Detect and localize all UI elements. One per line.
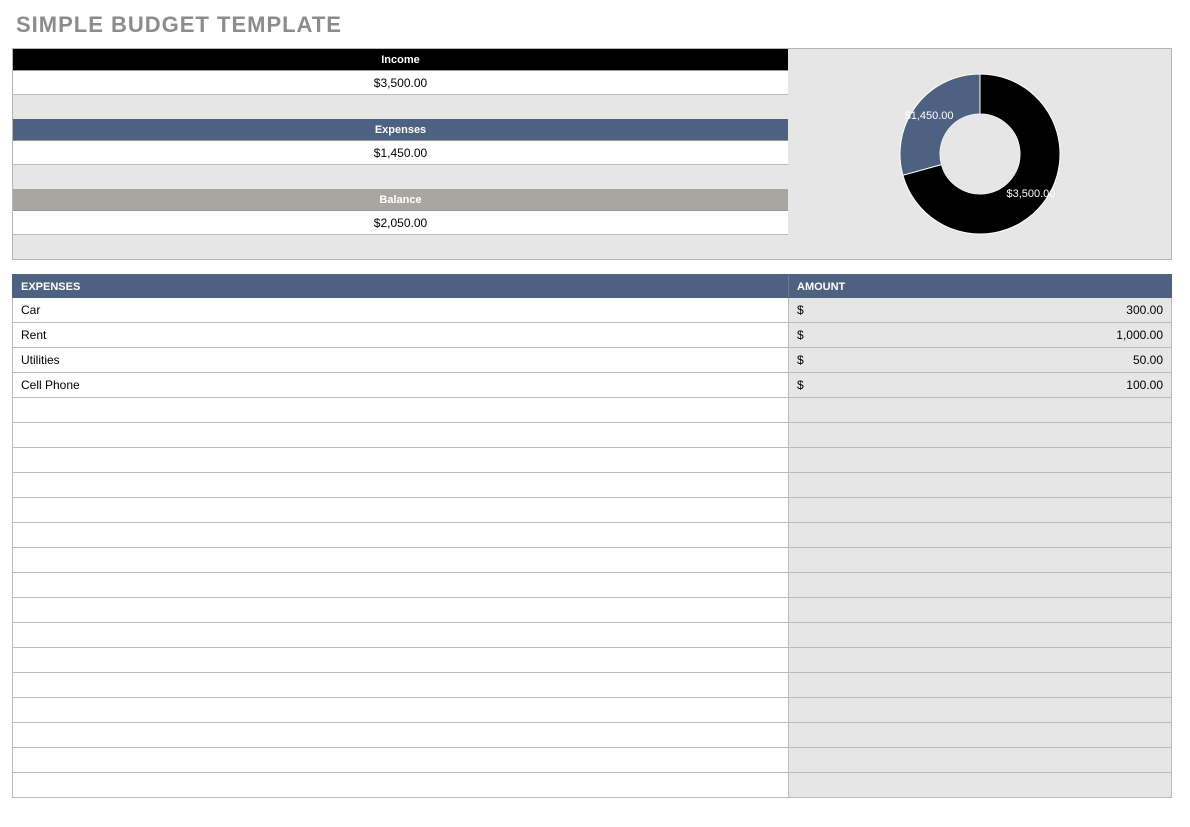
table-row[interactable]: [12, 448, 1172, 473]
summary-gap: [13, 95, 788, 119]
expense-label-cell[interactable]: [13, 748, 788, 772]
expense-label-cell[interactable]: [13, 573, 788, 597]
table-header-row: EXPENSES AMOUNT: [12, 274, 1172, 298]
expense-label-cell[interactable]: [13, 773, 788, 797]
expense-amount-cell[interactable]: [788, 773, 1171, 797]
expenses-table: EXPENSES AMOUNT Car$300.00Rent$1,000.00U…: [12, 274, 1172, 798]
income-value[interactable]: $3,500.00: [13, 71, 788, 95]
table-row[interactable]: Utilities$50.00: [12, 348, 1172, 373]
expense-label-cell[interactable]: [13, 648, 788, 672]
expense-label-cell[interactable]: [13, 448, 788, 472]
expense-label-cell[interactable]: Car: [13, 298, 788, 322]
expense-amount-cell[interactable]: $50.00: [788, 348, 1171, 372]
donut-hole: [940, 114, 1020, 194]
table-row[interactable]: [12, 598, 1172, 623]
table-row[interactable]: [12, 673, 1172, 698]
expense-label-cell[interactable]: [13, 398, 788, 422]
table-row[interactable]: [12, 573, 1172, 598]
table-row[interactable]: [12, 723, 1172, 748]
expense-label-cell[interactable]: [13, 498, 788, 522]
expense-amount-cell[interactable]: [788, 423, 1171, 447]
summary-section: Income $3,500.00 Expenses $1,450.00 Bala…: [12, 48, 1172, 260]
donut-slice-label: $3,500.00: [1006, 188, 1055, 200]
table-row[interactable]: [12, 398, 1172, 423]
expense-label-cell[interactable]: [13, 473, 788, 497]
expense-amount-cell[interactable]: [788, 648, 1171, 672]
summary-gap: [13, 165, 788, 189]
donut-slice-label: $1,450.00: [904, 110, 953, 122]
table-row[interactable]: Rent$1,000.00: [12, 323, 1172, 348]
expense-amount-cell[interactable]: [788, 698, 1171, 722]
donut-chart: $1,450.00 $3,500.00: [788, 49, 1171, 259]
table-row[interactable]: [12, 423, 1172, 448]
expense-amount-cell[interactable]: [788, 598, 1171, 622]
balance-header: Balance: [13, 189, 788, 211]
income-header: Income: [13, 49, 788, 71]
expense-label-cell[interactable]: [13, 623, 788, 647]
expense-amount-cell[interactable]: [788, 673, 1171, 697]
expenses-value[interactable]: $1,450.00: [13, 141, 788, 165]
summary-expenses: Expenses $1,450.00: [13, 119, 788, 189]
expense-amount-cell[interactable]: [788, 448, 1171, 472]
table-row[interactable]: [12, 498, 1172, 523]
table-row[interactable]: [12, 623, 1172, 648]
expense-amount-cell[interactable]: $100.00: [788, 373, 1171, 397]
expense-label-cell[interactable]: Rent: [13, 323, 788, 347]
expense-label-cell[interactable]: [13, 723, 788, 747]
column-header-expenses: EXPENSES: [13, 275, 788, 297]
expense-label-cell[interactable]: [13, 523, 788, 547]
table-row[interactable]: Car$300.00: [12, 298, 1172, 323]
expense-label-cell[interactable]: Utilities: [13, 348, 788, 372]
expense-label-cell[interactable]: [13, 598, 788, 622]
balance-value[interactable]: $2,050.00: [13, 211, 788, 235]
expense-amount-cell[interactable]: [788, 748, 1171, 772]
expense-label-cell[interactable]: Cell Phone: [13, 373, 788, 397]
page-title: SIMPLE BUDGET TEMPLATE: [16, 12, 1178, 38]
summary-gap: [13, 235, 788, 259]
expense-amount-cell[interactable]: [788, 523, 1171, 547]
expense-amount-cell[interactable]: [788, 473, 1171, 497]
expense-amount-cell[interactable]: [788, 398, 1171, 422]
table-row[interactable]: [12, 473, 1172, 498]
column-header-amount: AMOUNT: [788, 275, 1171, 297]
summary-balance: Balance $2,050.00: [13, 189, 788, 259]
expense-label-cell[interactable]: [13, 423, 788, 447]
table-row[interactable]: [12, 648, 1172, 673]
expense-amount-cell[interactable]: [788, 548, 1171, 572]
table-row[interactable]: [12, 748, 1172, 773]
expense-amount-cell[interactable]: $300.00: [788, 298, 1171, 322]
summary-income: Income $3,500.00: [13, 49, 788, 119]
expenses-header: Expenses: [13, 119, 788, 141]
summary-column: Income $3,500.00 Expenses $1,450.00 Bala…: [13, 49, 788, 259]
expense-label-cell[interactable]: [13, 673, 788, 697]
expense-amount-cell[interactable]: [788, 723, 1171, 747]
expense-amount-cell[interactable]: [788, 623, 1171, 647]
expense-label-cell[interactable]: [13, 548, 788, 572]
table-row[interactable]: [12, 773, 1172, 798]
table-row[interactable]: [12, 523, 1172, 548]
expense-amount-cell[interactable]: $1,000.00: [788, 323, 1171, 347]
table-row[interactable]: Cell Phone$100.00: [12, 373, 1172, 398]
table-row[interactable]: [12, 548, 1172, 573]
expense-label-cell[interactable]: [13, 698, 788, 722]
table-row[interactable]: [12, 698, 1172, 723]
expense-amount-cell[interactable]: [788, 498, 1171, 522]
expense-amount-cell[interactable]: [788, 573, 1171, 597]
